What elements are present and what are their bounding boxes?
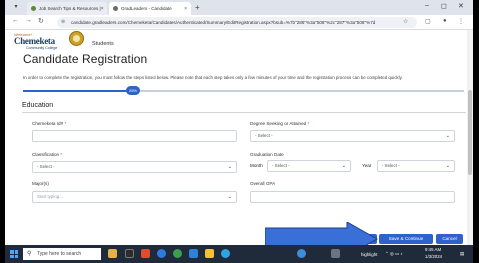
tab-search-icon[interactable]: ▾: [11, 3, 21, 12]
notification-icon[interactable]: ▤: [460, 251, 464, 257]
taskbar-search-input[interactable]: ⚲ Type here to search: [23, 248, 101, 260]
chevron-down-icon: ⌄: [227, 194, 232, 200]
tab-bar: ▾ Job Search Tips & Resources | × GradLe…: [5, 0, 473, 15]
cancel-button[interactable]: Cancel: [436, 234, 463, 244]
taskbar-highlight-label: highlight: [361, 252, 378, 257]
file-explorer-icon[interactable]: [205, 249, 214, 258]
close-tab-icon[interactable]: ×: [101, 6, 104, 12]
tab-favicon-icon: [113, 6, 118, 11]
app-icon[interactable]: [221, 249, 230, 258]
intro-text: In order to complete the registration, y…: [23, 75, 403, 80]
month-label: Month: [250, 163, 263, 168]
address-bar-row: ← → ↻ ⊜ candidate.gradleaders.com/Chemek…: [5, 15, 473, 30]
section-title: Education: [22, 102, 54, 109]
year-select[interactable]: - Select - ⌄: [377, 160, 455, 172]
star-bookmark-icon[interactable]: ☆: [403, 18, 408, 25]
gpa-label: Overall GPA: [250, 181, 276, 186]
graduation-date-label: Graduation Date: [250, 152, 284, 157]
tab-job-search[interactable]: Job Search Tips & Resources | ×: [27, 2, 107, 15]
widget-icon[interactable]: [108, 249, 117, 258]
logo-name[interactable]: Chemeketa: [14, 36, 55, 46]
save-continue-button[interactable]: Save & Continue: [379, 234, 433, 244]
profile-icon[interactable]: ●: [443, 18, 447, 24]
browser-window: ▾ Job Search Tips & Resources | × GradLe…: [5, 0, 473, 263]
windows-start-icon[interactable]: [10, 250, 18, 258]
tab-label: Job Search Tips & Resources |: [39, 6, 101, 11]
forward-arrow-icon[interactable]: →: [25, 17, 32, 24]
site-info-icon[interactable]: ⊜: [61, 17, 65, 28]
reload-icon[interactable]: ↻: [38, 17, 44, 25]
chevron-down-icon: ⌄: [341, 163, 346, 169]
task-view-icon[interactable]: [125, 249, 134, 258]
progress-fill: [23, 90, 133, 92]
windows-taskbar: ⚲ Type here to search highlight ⌃ ◎ ▭ ♪ …: [5, 245, 473, 263]
office-app-icon[interactable]: [141, 249, 150, 258]
degree-select[interactable]: - Select - ⌄: [250, 130, 455, 142]
chemeketa-id-input[interactable]: [32, 130, 237, 142]
college-seal-icon: [69, 31, 84, 46]
tab-label: GradLeaders - Candidate: [121, 6, 172, 11]
url-text: candidate.gradleaders.com/Chemeketa/Cand…: [71, 20, 376, 25]
menu-icon[interactable]: ⋮: [458, 18, 464, 25]
minimize-button[interactable]: –: [425, 2, 429, 9]
tray-icons[interactable]: ⌃ ◎ ▭ ♪: [385, 251, 403, 257]
chrome-browser-icon[interactable]: [173, 249, 182, 258]
chevron-down-icon: ⌄: [445, 163, 450, 169]
chemeketa-id-label: Chemeketa Id# *: [32, 121, 67, 126]
section-divider: [22, 112, 466, 113]
mail-app-icon[interactable]: [189, 249, 198, 258]
majors-label: Major(s): [32, 181, 49, 186]
chevron-down-icon: ⌄: [227, 164, 232, 170]
clock-time[interactable]: 9:45 AM: [425, 247, 441, 252]
progress-percent-badge: 25%: [126, 86, 140, 95]
new-tab-button[interactable]: +: [195, 3, 200, 12]
tab-gradleaders[interactable]: GradLeaders - Candidate ×: [109, 2, 191, 15]
maximize-button[interactable]: ◻: [441, 2, 447, 10]
month-select[interactable]: - Select - ⌄: [267, 160, 351, 172]
degree-label: Degree Seeking or Attained *: [250, 121, 310, 126]
chevron-down-icon: ⌄: [445, 133, 450, 139]
classification-label: Classification *: [32, 152, 63, 157]
app-icon[interactable]: [297, 249, 306, 258]
progress-track: [23, 90, 464, 92]
page-title: Candidate Registration: [23, 52, 148, 66]
logo-subtitle: Community College: [26, 46, 58, 50]
classification-select[interactable]: - Select - ⌄: [32, 161, 237, 173]
app-icon[interactable]: [331, 249, 340, 258]
url-input[interactable]: ⊜ candidate.gradleaders.com/Chemeketa/Ca…: [57, 17, 417, 28]
majors-input[interactable]: Start typing... ⌄: [32, 191, 237, 203]
edge-browser-icon[interactable]: [157, 249, 166, 258]
tab-favicon-icon: [31, 6, 36, 11]
scrollbar-thumb[interactable]: [468, 90, 472, 175]
students-nav-link[interactable]: Students: [92, 41, 114, 47]
close-window-button[interactable]: ✕: [458, 2, 464, 10]
close-tab-icon[interactable]: ×: [184, 6, 187, 12]
back-arrow-icon[interactable]: ←: [12, 17, 19, 24]
gpa-input[interactable]: [250, 191, 455, 203]
sidepanel-icon[interactable]: ▢: [425, 18, 431, 25]
search-icon: ⚲: [27, 251, 32, 257]
year-label: Year: [362, 163, 372, 168]
clock-date[interactable]: 1/3/2024: [425, 254, 442, 259]
